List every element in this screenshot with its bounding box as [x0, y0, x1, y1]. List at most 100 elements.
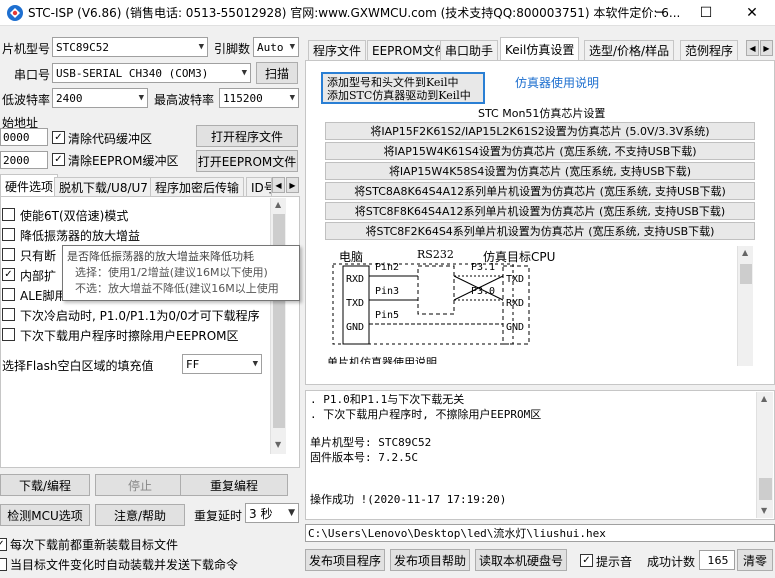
tab-eeprom-file[interactable]: EEPROM文件	[367, 40, 452, 60]
log-scrollbar[interactable]: ▲ ▼	[756, 392, 773, 518]
app-logo-icon	[7, 5, 23, 21]
emu-stc8a8k-button[interactable]: 将STC8A8K64S4A12系列单片机设置为仿真芯片 (宽压系统, 支持USB…	[325, 182, 755, 200]
option-3-checkbox[interactable]	[2, 248, 15, 261]
minimize-button[interactable]: ─	[637, 0, 683, 26]
code-address-input[interactable]: 0000	[0, 128, 48, 146]
chevron-down-icon: ▼	[289, 42, 295, 52]
diagram-p31: P3.1	[471, 262, 496, 273]
option-ale-checkbox[interactable]	[2, 288, 15, 301]
tab-hardware-options[interactable]: 硬件选项	[0, 174, 59, 197]
diagram-cpu-txd: TXD	[506, 274, 525, 285]
publish-help-button[interactable]: 发布项目帮助	[390, 549, 470, 571]
tab-id-number[interactable]: ID号	[246, 177, 272, 197]
tab-sample-programs[interactable]: 范例程序	[680, 40, 739, 60]
success-count-label: 成功计数	[647, 555, 696, 569]
option-6t-checkbox[interactable]	[2, 208, 15, 221]
wiring-diagram: 电脑 RS232 仿真目标CPU RXD TXD GND Pin2 Pin3 P…	[325, 246, 735, 364]
read-disk-id-button[interactable]: 读取本机硬盘号	[475, 549, 567, 571]
auto-load-label: 当目标文件变化时自动装载并发送下载命令	[10, 558, 239, 572]
close-button[interactable]: ✕	[729, 0, 775, 26]
scan-button[interactable]: 扫描	[256, 62, 298, 84]
repeat-delay-value: 3 秒	[249, 506, 273, 521]
maximize-button[interactable]: ☐	[683, 0, 729, 26]
option-reduce-gain-label: 降低振荡器的放大增益	[20, 229, 141, 243]
publish-project-button[interactable]: 发布项目程序	[305, 549, 385, 571]
option-ale-label: ALE脚用	[20, 289, 67, 303]
max-baud-select[interactable]: 115200 ▼	[219, 88, 299, 108]
emu-iap15w4k61s4-button[interactable]: 将IAP15W4K61S4设置为仿真芯片 (宽压系统, 不支持USB下载)	[325, 142, 755, 160]
repeat-delay-label: 重复延时	[194, 509, 243, 523]
help-button[interactable]: 注意/帮助	[95, 504, 185, 526]
tab-encrypted-transfer[interactable]: 程序加密后传输	[150, 177, 245, 197]
chevron-down-icon: ▼	[275, 440, 282, 449]
auto-load-checkbox[interactable]	[0, 558, 7, 571]
diagram-cut-text: 单片机仿真器使用说明	[327, 356, 437, 364]
repeat-program-button[interactable]: 重复编程	[180, 474, 288, 496]
pin-count-select[interactable]: Auto ▼	[253, 37, 299, 57]
option-3-label: 只有断	[20, 249, 57, 263]
tab-offline-download[interactable]: 脱机下载/U8/U7	[54, 177, 153, 197]
clear-code-checkbox[interactable]: ✓	[52, 131, 65, 144]
tab-scroll-right-button[interactable]: ▶	[286, 177, 299, 193]
scrollbar-thumb[interactable]	[740, 264, 752, 284]
eeprom-address-input[interactable]: 2000	[0, 151, 48, 169]
reload-before-download-label: 每次下载前都重新装载目标文件	[10, 538, 179, 552]
min-baud-select[interactable]: 2400 ▼	[52, 88, 148, 108]
diagram-p30: P3.0	[471, 286, 496, 297]
tab-serial-assistant[interactable]: 串口助手	[440, 40, 499, 60]
chevron-down-icon: ▼	[241, 68, 247, 78]
tab-scroll-left-button[interactable]: ◀	[272, 177, 285, 193]
options-scrollbar[interactable]: ▲ ▼	[270, 198, 286, 454]
emulator-help-link[interactable]: 仿真器使用说明	[515, 74, 599, 91]
add-to-keil-button[interactable]: 添加型号和头文件到Keil中 添加STC仿真器驱动到Keil中	[321, 72, 485, 104]
option-reduce-gain-checkbox[interactable]	[2, 228, 15, 241]
max-baud-value: 115200	[223, 91, 263, 105]
option-internal-ext-checkbox[interactable]: ✓	[2, 268, 15, 281]
tab-program-file[interactable]: 程序文件	[308, 40, 367, 60]
tab-keil-emulator[interactable]: Keil仿真设置	[500, 37, 580, 60]
option-internal-ext-label: 内部扩	[20, 269, 57, 283]
prompt-sound-checkbox[interactable]: ✓	[580, 554, 593, 567]
clear-code-label: 清除代码缓冲区	[68, 132, 153, 146]
stop-button[interactable]: 停止	[95, 474, 185, 496]
open-program-file-button[interactable]: 打开程序文件	[196, 125, 298, 147]
scrollbar-thumb[interactable]	[759, 478, 772, 500]
chevron-down-icon: ▼	[289, 93, 295, 103]
clear-eeprom-checkbox[interactable]: ✓	[52, 153, 65, 166]
diagram-pc-gnd: GND	[346, 322, 365, 333]
port-select[interactable]: USB-SERIAL CH340 (COM3) ▼	[52, 63, 251, 83]
fill-value-select[interactable]: FF ▼	[182, 354, 262, 374]
download-program-button[interactable]: 下载/编程	[0, 474, 90, 496]
emu-stc8f2k-button[interactable]: 将STC8F2K64S4系列单片机设置为仿真芯片 (宽压系统, 支持USB下载)	[325, 222, 755, 240]
option-cold-boot-checkbox[interactable]	[2, 308, 15, 321]
open-eeprom-file-button[interactable]: 打开EEPROM文件	[196, 150, 298, 172]
tab-selection-price[interactable]: 选型/价格/样品	[584, 40, 675, 60]
clear-count-button[interactable]: 清零	[737, 549, 773, 571]
diagram-pin3: Pin3	[375, 286, 400, 297]
min-baud-label: 低波特率	[2, 93, 51, 107]
emu-iap15f2k61s2-button[interactable]: 将IAP15F2K61S2/IAP15L2K61S2设置为仿真芯片 (5.0V/…	[325, 122, 755, 140]
pin-count-value: Auto	[257, 40, 284, 54]
right-tab-scroll-left[interactable]: ◀	[746, 40, 759, 56]
mon51-title: STC Mon51仿真芯片设置	[478, 107, 606, 120]
port-label: 串口号	[14, 68, 51, 82]
diagram-cpu-rxd: RXD	[506, 298, 525, 309]
chevron-up-icon: ▲	[275, 200, 282, 209]
diagram-cpu-gnd: GND	[506, 322, 525, 333]
emu-stc8f8k-button[interactable]: 将STC8F8K64S4A12系列单片机设置为仿真芯片 (宽压系统, 支持USB…	[325, 202, 755, 220]
clear-eeprom-label: 清除EEPROM缓冲区	[68, 154, 179, 168]
diagram-pc-rxd: RXD	[346, 274, 365, 285]
reload-before-download-checkbox[interactable]: ✓	[0, 538, 7, 551]
log-text: . P1.0和P1.1与下次下载无关 . 下次下载用户程序时, 不擦除用户EEP…	[310, 393, 541, 508]
option-cold-boot-label: 下次冷启动时, P1.0/P1.1为0/0才可下载程序	[20, 309, 260, 323]
mcu-type-select[interactable]: STC89C52 ▼	[52, 37, 208, 57]
tooltip-line-2: 选择：使用1/2增益(建议16M以下使用)	[75, 266, 268, 279]
diagram-scrollbar[interactable]: ▲	[737, 246, 753, 366]
file-path-field[interactable]: C:\Users\Lenovo\Desktop\led\流水灯\liushui.…	[305, 524, 775, 542]
option-erase-eeprom-checkbox[interactable]	[2, 328, 15, 341]
right-tab-scroll-right[interactable]: ▶	[760, 40, 773, 56]
repeat-delay-select[interactable]: 3 秒 ▼	[245, 503, 299, 523]
emu-iap15w4k58s4-button[interactable]: 将IAP15W4K58S4设置为仿真芯片 (宽压系统, 支持USB下载)	[325, 162, 755, 180]
detect-mcu-options-button[interactable]: 检测MCU选项	[0, 504, 90, 526]
